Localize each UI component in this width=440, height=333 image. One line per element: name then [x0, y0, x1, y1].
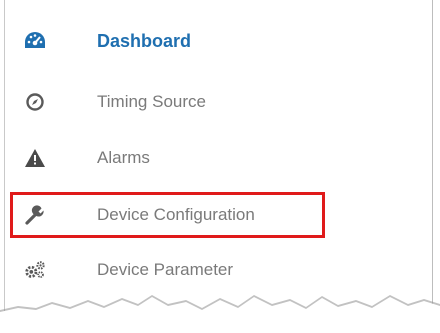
sidebar-item-label: Dashboard [97, 30, 192, 51]
warning-triangle-icon [23, 146, 47, 170]
sidebar-item-dashboard[interactable]: Dashboard [5, 16, 432, 66]
torn-edge [0, 295, 440, 333]
highlight-annotation [10, 192, 325, 238]
sidebar-nav: Dashboard Timing Source Alarms Device Co… [4, 0, 433, 333]
sidebar-item-label: Device Parameter [97, 260, 234, 279]
sidebar-item-label: Timing Source [97, 92, 206, 111]
gears-icon [23, 258, 47, 282]
sidebar-item-alarms[interactable]: Alarms [5, 133, 432, 183]
sidebar-item-label: Alarms [97, 148, 150, 167]
compass-icon [23, 90, 47, 114]
sidebar-item-timing-source[interactable]: Timing Source [5, 77, 432, 127]
dashboard-gauge-icon [23, 29, 47, 53]
